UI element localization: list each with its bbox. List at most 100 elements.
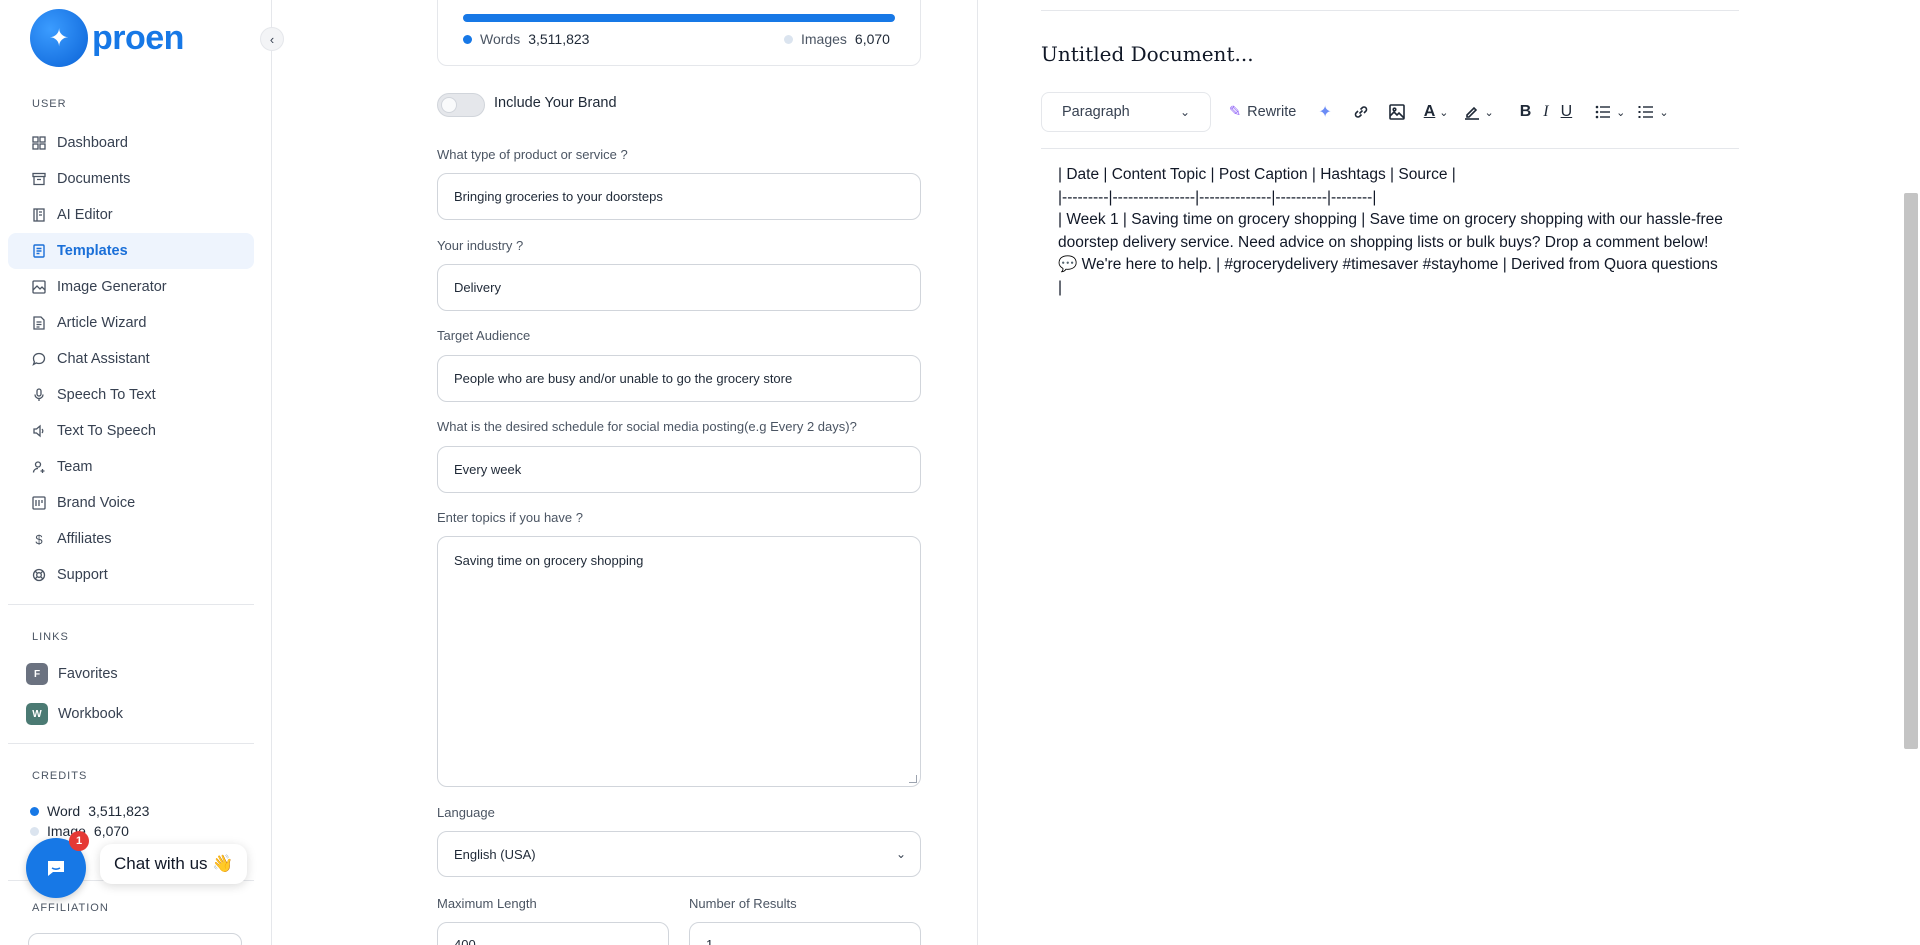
paragraph-select[interactable]: Paragraph ⌄	[1041, 92, 1211, 132]
sidebar-item-ai-editor[interactable]: AI Editor	[8, 197, 254, 233]
usage-images-label: Images	[801, 31, 847, 47]
workbook-badge: W	[26, 703, 48, 725]
sidebar-item-label: Brand Voice	[57, 495, 136, 511]
chevron-down-icon: ⌄	[1179, 105, 1190, 119]
user-section-label: USER	[32, 98, 67, 110]
rewrite-button[interactable]: ✎ Rewrite	[1229, 104, 1296, 120]
collapse-sidebar-button[interactable]: ‹	[260, 27, 284, 51]
sidebar-item-label: Documents	[57, 171, 131, 187]
usage-images: Images 6,070	[784, 31, 890, 47]
logo-text: proen	[92, 18, 184, 57]
microphone-icon	[31, 387, 47, 403]
text-color-icon[interactable]: A	[1424, 103, 1436, 121]
sidebar-item-support[interactable]: Support	[8, 557, 254, 593]
resize-handle[interactable]	[909, 775, 917, 783]
editor-line: |---------|----------------|------------…	[1058, 188, 1377, 206]
results-input[interactable]: 1	[689, 922, 921, 945]
sidebar-item-speech-to-text[interactable]: Speech To Text	[8, 377, 254, 413]
sidebar-item-label: Affiliates	[57, 531, 112, 547]
sidebar-item-chat-assistant[interactable]: Chat Assistant	[8, 341, 254, 377]
brand-icon	[31, 495, 47, 511]
industry-label: Your industry ?	[437, 238, 524, 253]
topics-label: Enter topics if you have ?	[437, 510, 583, 525]
max-length-label: Maximum Length	[437, 896, 537, 911]
editor-top-divider	[1041, 10, 1739, 11]
sidebar-item-brand-voice[interactable]: Brand Voice	[8, 485, 254, 521]
image-icon	[31, 279, 47, 295]
results-label: Number of Results	[689, 896, 797, 911]
link-icon[interactable]	[1352, 103, 1370, 121]
bold-icon[interactable]: B	[1520, 103, 1532, 121]
chevron-down-icon[interactable]: ⌄	[1485, 106, 1494, 119]
page-scrollbar[interactable]	[1904, 193, 1918, 749]
chevron-down-icon[interactable]: ⌄	[1616, 106, 1625, 119]
paragraph-select-value: Paragraph	[1062, 104, 1130, 120]
notebook-icon	[31, 207, 47, 223]
credits-image-value: 6,070	[93, 823, 129, 839]
language-label: Language	[437, 805, 495, 820]
sidebar-item-affiliates[interactable]: $ Affiliates	[8, 521, 254, 557]
usage-words-label: Words	[480, 31, 521, 47]
max-length-input[interactable]: 400	[437, 922, 669, 945]
sidebar-item-label: Article Wizard	[57, 315, 147, 331]
affiliation-section-label: AFFILIATION	[32, 902, 109, 914]
numbered-list-icon[interactable]	[1637, 103, 1655, 121]
sidebar-item-label: Templates	[57, 243, 128, 259]
schedule-label: What is the desired schedule for social …	[437, 419, 857, 434]
words-dot	[463, 34, 472, 44]
link-favorites[interactable]: F Favorites	[26, 663, 118, 685]
topics-textarea[interactable]: Saving time on grocery shopping	[437, 536, 921, 787]
favorites-badge: F	[26, 663, 48, 685]
affiliation-box[interactable]	[28, 933, 242, 945]
sidebar-item-label: Chat Assistant	[57, 351, 150, 367]
underline-icon[interactable]: U	[1561, 103, 1573, 121]
sidebar-item-label: AI Editor	[57, 207, 113, 223]
usage-progress-bar	[463, 14, 895, 22]
chat-bubble-icon	[48, 861, 64, 876]
sidebar-item-label: Dashboard	[57, 135, 128, 151]
industry-input[interactable]: Delivery	[437, 264, 921, 311]
logo-sparkle-icon: ✦	[30, 9, 88, 67]
chevron-down-icon[interactable]: ⌄	[1439, 106, 1448, 119]
link-label: Favorites	[58, 666, 118, 682]
highlight-icon[interactable]	[1463, 103, 1481, 121]
italic-icon[interactable]: I	[1543, 103, 1548, 121]
language-select[interactable]: English (USA) ⌄	[437, 831, 921, 877]
bullet-list-icon[interactable]	[1594, 103, 1612, 121]
sidebar-item-article-wizard[interactable]: Article Wizard	[8, 305, 254, 341]
schedule-input[interactable]: Every week	[437, 446, 921, 493]
audience-input[interactable]: People who are busy and/or unable to go …	[437, 355, 921, 402]
lifebuoy-icon	[31, 567, 47, 583]
images-dot	[784, 34, 793, 44]
sidebar-nav: Dashboard Documents AI Editor Templates …	[8, 125, 254, 593]
sidebar-item-dashboard[interactable]: Dashboard	[8, 125, 254, 161]
editor-toolbar: Paragraph ⌄ ✎ Rewrite ✦ A ⌄ ⌄ B I U ⌄ ⌄	[1041, 91, 1739, 133]
chevron-down-icon[interactable]: ⌄	[1659, 106, 1668, 119]
insert-image-icon[interactable]	[1388, 103, 1406, 121]
toolbar-divider	[1041, 148, 1739, 149]
sidebar-item-label: Image Generator	[57, 279, 167, 295]
link-workbook[interactable]: W Workbook	[26, 703, 123, 725]
include-brand-label: Include Your Brand	[494, 95, 617, 111]
link-label: Workbook	[58, 706, 124, 722]
chat-with-us-bubble[interactable]: Chat with us 👋	[100, 844, 248, 884]
sidebar-item-image-generator[interactable]: Image Generator	[8, 269, 254, 305]
ai-sparkle-icon[interactable]: ✦	[1318, 102, 1331, 122]
usage-words: Words 3,511,823	[463, 31, 589, 47]
sidebar-item-templates[interactable]: Templates	[8, 233, 254, 269]
sidebar-item-team[interactable]: Team	[8, 449, 254, 485]
include-brand-toggle[interactable]	[437, 93, 485, 117]
file-text-icon	[31, 243, 47, 259]
dashboard-icon	[31, 135, 47, 151]
sidebar-item-label: Support	[57, 567, 108, 583]
sidebar-item-text-to-speech[interactable]: Text To Speech	[8, 413, 254, 449]
product-input[interactable]: Bringing groceries to your doorsteps	[437, 173, 921, 220]
document-title[interactable]: Untitled Document...	[1041, 42, 1254, 66]
logo[interactable]: ✦ proen	[30, 9, 184, 67]
chat-icon	[31, 351, 47, 367]
editor-content[interactable]: | Date | Content Topic | Post Caption | …	[1058, 164, 1726, 299]
image-dot	[30, 826, 39, 836]
sidebar-item-documents[interactable]: Documents	[8, 161, 254, 197]
chat-notification-badge: 1	[69, 831, 89, 851]
sidebar-item-label: Speech To Text	[57, 387, 156, 403]
